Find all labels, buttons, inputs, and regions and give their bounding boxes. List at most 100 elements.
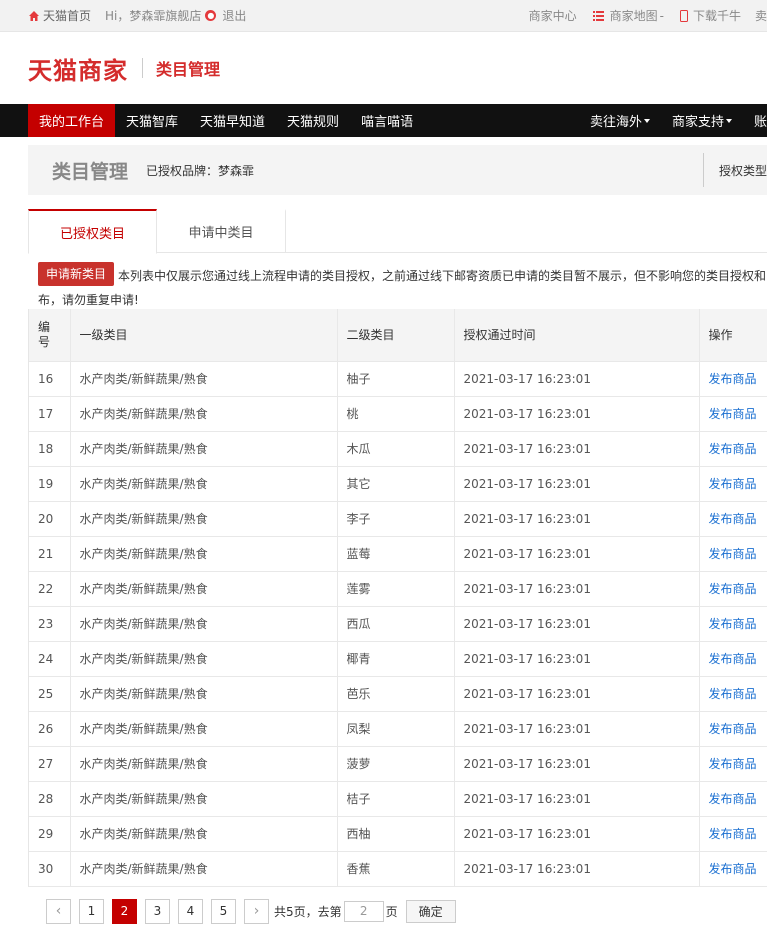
publish-product-link[interactable]: 发布商品 (698, 501, 767, 537)
publish-product-link[interactable]: 发布商品 (698, 711, 767, 747)
header-auth-time: 授权通过时间 (453, 309, 699, 362)
cell-level2-category: 柚子 (336, 361, 454, 397)
authorized-brand: 已授权品牌：梦森霏 (146, 163, 255, 178)
notice-text-line1: 本列表中仅展示您通过线上流程申请的类目授权，之前通过线下邮寄资质已申请的类目暂不… (118, 269, 767, 283)
publish-product-link[interactable]: 发布商品 (698, 676, 767, 712)
cell-level1-category: 水产肉类/新鲜蔬果/熟食 (69, 431, 337, 467)
home-icon (29, 10, 39, 21)
cell-level1-category: 水产肉类/新鲜蔬果/熟食 (69, 396, 337, 432)
nav-tab-early-news[interactable]: 天猫早知道 (189, 104, 276, 137)
tab-authorized-categories[interactable]: 已授权类目 (28, 209, 157, 254)
publish-product-link[interactable]: 发布商品 (698, 606, 767, 642)
cell-level1-category: 水产肉类/新鲜蔬果/熟食 (69, 571, 337, 607)
top-utility-bar: 天猫首页 Hi，梦森霏旗舰店 ● 退出 商家中心 商家地图 - 下载千牛 卖 (0, 0, 767, 32)
header-divider (702, 153, 704, 187)
cell-level1-category: 水产肉类/新鲜蔬果/熟食 (69, 676, 337, 712)
cell-level1-category: 水产肉类/新鲜蔬果/熟食 (69, 711, 337, 747)
publish-product-link[interactable]: 发布商品 (698, 851, 767, 887)
cell-number: 24 (29, 641, 70, 677)
page-5-button[interactable]: 5 (211, 898, 236, 924)
cell-number: 16 (29, 361, 70, 397)
table-row: 28 水产肉类/新鲜蔬果/熟食 桔子 2021-03-17 16:23:01 发布商品 (29, 781, 767, 817)
wangwang-icon[interactable]: ● (205, 10, 217, 21)
category-tabs: 已授权类目 申请中类目 (28, 209, 767, 254)
publish-product-link[interactable]: 发布商品 (698, 746, 767, 782)
total-pages-text: 共5页，去第 (274, 904, 342, 919)
download-qianniu-link[interactable]: 下载千牛 (679, 7, 741, 24)
publish-product-link[interactable]: 发布商品 (698, 641, 767, 677)
publish-product-link[interactable]: 发布商品 (698, 571, 767, 607)
page-4-button[interactable]: 4 (178, 898, 203, 924)
cell-level2-category: 李子 (336, 501, 454, 537)
cell-level1-category: 水产肉类/新鲜蔬果/熟食 (69, 746, 337, 782)
next-page-button[interactable]: › (244, 898, 269, 924)
logout-link[interactable]: 退出 (222, 7, 246, 24)
publish-product-link[interactable]: 发布商品 (698, 396, 767, 432)
cell-number: 27 (29, 746, 70, 782)
brand-header: 天猫商家 类目管理 (0, 32, 767, 104)
publish-product-link[interactable]: 发布商品 (698, 816, 767, 852)
nav-tab-rules[interactable]: 天猫规则 (276, 104, 350, 137)
cell-level2-category: 莲雾 (336, 571, 454, 607)
confirm-goto-button[interactable]: 确定 (405, 899, 456, 923)
apply-new-category-button[interactable]: 申请新类目 (38, 262, 115, 286)
cell-level2-category: 西瓜 (336, 606, 454, 642)
publish-product-link[interactable]: 发布商品 (698, 431, 767, 467)
cell-level1-category: 水产肉类/新鲜蔬果/熟食 (69, 466, 337, 502)
cell-level1-category: 水产肉类/新鲜蔬果/熟食 (69, 501, 337, 537)
cell-auth-time: 2021-03-17 16:23:01 (453, 676, 699, 712)
cell-auth-time: 2021-03-17 16:23:01 (453, 431, 699, 467)
topbar-overflow-text[interactable]: 卖 (755, 7, 767, 24)
cell-level1-category: 水产肉类/新鲜蔬果/熟食 (69, 816, 337, 852)
table-row: 16 水产肉类/新鲜蔬果/熟食 柚子 2021-03-17 16:23:01 发布商品 (29, 361, 767, 397)
cell-level1-category: 水产肉类/新鲜蔬果/熟食 (69, 641, 337, 677)
page-1-button[interactable]: 1 (79, 898, 104, 924)
page-3-button[interactable]: 3 (145, 898, 170, 924)
table-row: 20 水产肉类/新鲜蔬果/熟食 李子 2021-03-17 16:23:01 发布商品 (29, 501, 767, 537)
cell-level1-category: 水产肉类/新鲜蔬果/熟食 (69, 851, 337, 887)
nav-overflow[interactable]: 账 (743, 104, 767, 137)
tmall-merchant-logo[interactable]: 天猫商家 (28, 51, 128, 86)
publish-product-link[interactable]: 发布商品 (698, 781, 767, 817)
greeting-text: Hi，梦森霏旗舰店 (105, 9, 202, 23)
page-2-button[interactable]: 2 (112, 898, 137, 924)
category-table-wrapper: 编号 一级类目 二级类目 授权通过时间 操作 16 水产肉类/新鲜蔬果/熟食 柚子 2… (28, 309, 767, 887)
table-row: 26 水产肉类/新鲜蔬果/熟食 凤梨 2021-03-17 16:23:01 发布商品 (29, 711, 767, 747)
table-row: 24 水产肉类/新鲜蔬果/熟食 椰青 2021-03-17 16:23:01 发布商品 (29, 641, 767, 677)
prev-page-button[interactable]: ‹ (46, 898, 71, 924)
cell-level2-category: 桔子 (336, 781, 454, 817)
auth-type-filter[interactable]: 授权类型 (719, 162, 767, 179)
nav-merchant-support[interactable]: 商家支持 (661, 104, 743, 137)
home-label: 天猫首页 (43, 9, 92, 23)
notice-text-line2: 布，请勿重复申请! (38, 293, 139, 307)
cell-auth-time: 2021-03-17 16:23:01 (453, 571, 699, 607)
merchant-center-link[interactable]: 商家中心 (529, 7, 577, 24)
publish-product-link[interactable]: 发布商品 (698, 361, 767, 397)
cell-auth-time: 2021-03-17 16:23:01 (453, 466, 699, 502)
cell-number: 22 (29, 571, 70, 607)
cell-auth-time: 2021-03-17 16:23:01 (453, 536, 699, 572)
chevron-down-icon: - (659, 8, 664, 23)
tab-pending-categories[interactable]: 申请中类目 (157, 209, 286, 252)
publish-product-link[interactable]: 发布商品 (698, 536, 767, 572)
header-level2-category: 二级类目 (336, 309, 454, 362)
nav-tab-think-tank[interactable]: 天猫智库 (115, 104, 189, 137)
cell-number: 29 (29, 816, 70, 852)
cell-level2-category: 香蕉 (336, 851, 454, 887)
tmall-home-link[interactable]: 天猫首页 (28, 7, 91, 24)
cell-auth-time: 2021-03-17 16:23:01 (453, 711, 699, 747)
list-icon (592, 10, 604, 21)
goto-page-input[interactable] (343, 900, 384, 922)
cell-auth-time: 2021-03-17 16:23:01 (453, 851, 699, 887)
cell-level2-category: 西柚 (336, 816, 454, 852)
nav-tab-workbench[interactable]: 我的工作台 (28, 104, 116, 137)
publish-product-link[interactable]: 发布商品 (698, 466, 767, 502)
cell-auth-time: 2021-03-17 16:23:01 (453, 396, 699, 432)
phone-icon (679, 9, 688, 22)
merchant-map-link[interactable]: 商家地图 - (592, 7, 664, 24)
nav-tab-community[interactable]: 喵言喵语 (350, 104, 424, 137)
cell-auth-time: 2021-03-17 16:23:01 (453, 361, 699, 397)
cell-number: 18 (29, 431, 70, 467)
nav-sell-overseas[interactable]: 卖往海外 (579, 104, 661, 137)
table-row: 23 水产肉类/新鲜蔬果/熟食 西瓜 2021-03-17 16:23:01 发布商品 (29, 606, 767, 642)
